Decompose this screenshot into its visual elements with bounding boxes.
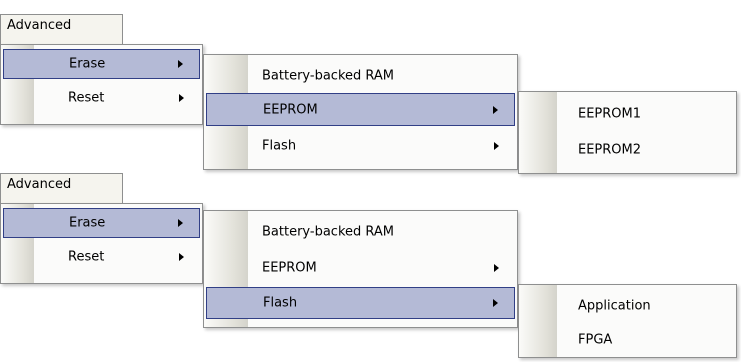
menu-item-application[interactable]: Application <box>521 291 734 321</box>
menu-item-label: Flash <box>263 295 298 311</box>
menu-item-battery-backed-ram[interactable]: Battery-backed RAM <box>206 215 515 248</box>
menu-item-label: Application <box>578 298 651 314</box>
menu-item-label: Erase <box>69 215 106 231</box>
menu-item-erase[interactable]: Erase <box>3 208 200 238</box>
menu-item-label: Flash <box>262 138 297 153</box>
submenu-arrow-icon <box>493 299 498 307</box>
submenu-arrow-icon <box>178 219 183 227</box>
advanced-dropdown: Erase Reset <box>0 203 203 284</box>
menu-item-eeprom[interactable]: EEPROM <box>206 93 515 126</box>
submenu-arrow-icon <box>178 60 183 68</box>
submenu-arrow-icon <box>179 94 184 102</box>
menu-item-label: EEPROM <box>263 102 318 117</box>
submenu-arrow-icon <box>494 141 499 150</box>
submenu-arrow-icon <box>493 105 498 114</box>
menu-item-label: Battery-backed RAM <box>262 224 395 239</box>
submenu-arrow-icon <box>179 253 184 261</box>
erase-submenu: Battery-backed RAM EEPROM Flash <box>203 210 518 328</box>
advanced-dropdown: Erase Reset <box>0 44 203 125</box>
menu-item-reset[interactable]: Reset <box>3 83 200 113</box>
advanced-menu-button[interactable]: Advanced <box>0 14 123 44</box>
advanced-menu-button[interactable]: Advanced <box>0 173 123 203</box>
menu-item-label: EEPROM2 <box>578 142 642 158</box>
menu-item-label: Reset <box>68 249 105 265</box>
menu-item-label: Battery-backed RAM <box>262 68 395 83</box>
menu-item-flash[interactable]: Flash <box>206 129 515 162</box>
menu-item-flash[interactable]: Flash <box>206 287 515 319</box>
menu-item-label: Reset <box>68 90 105 106</box>
menu-item-fpga[interactable]: FPGA <box>521 325 734 355</box>
menu-item-label: EEPROM1 <box>578 106 642 122</box>
flash-submenu: Application FPGA <box>518 284 737 358</box>
menu-item-reset[interactable]: Reset <box>3 242 200 272</box>
menu-item-battery-backed-ram[interactable]: Battery-backed RAM <box>206 59 515 92</box>
eeprom-submenu: EEPROM1 EEPROM2 <box>518 91 737 174</box>
menu-item-eeprom1[interactable]: EEPROM1 <box>521 98 734 130</box>
menu-item-erase[interactable]: Erase <box>3 49 200 79</box>
menu-item-label: EEPROM <box>262 260 317 275</box>
menu-item-label: FPGA <box>578 332 613 348</box>
menu-item-label: Erase <box>69 56 106 72</box>
submenu-arrow-icon <box>494 263 499 272</box>
erase-submenu: Battery-backed RAM EEPROM Flash <box>203 54 518 170</box>
advanced-menu-label: Advanced <box>7 177 72 192</box>
menu-item-eeprom2[interactable]: EEPROM2 <box>521 134 734 166</box>
menu-item-eeprom[interactable]: EEPROM <box>206 251 515 284</box>
advanced-menu-label: Advanced <box>7 18 72 33</box>
